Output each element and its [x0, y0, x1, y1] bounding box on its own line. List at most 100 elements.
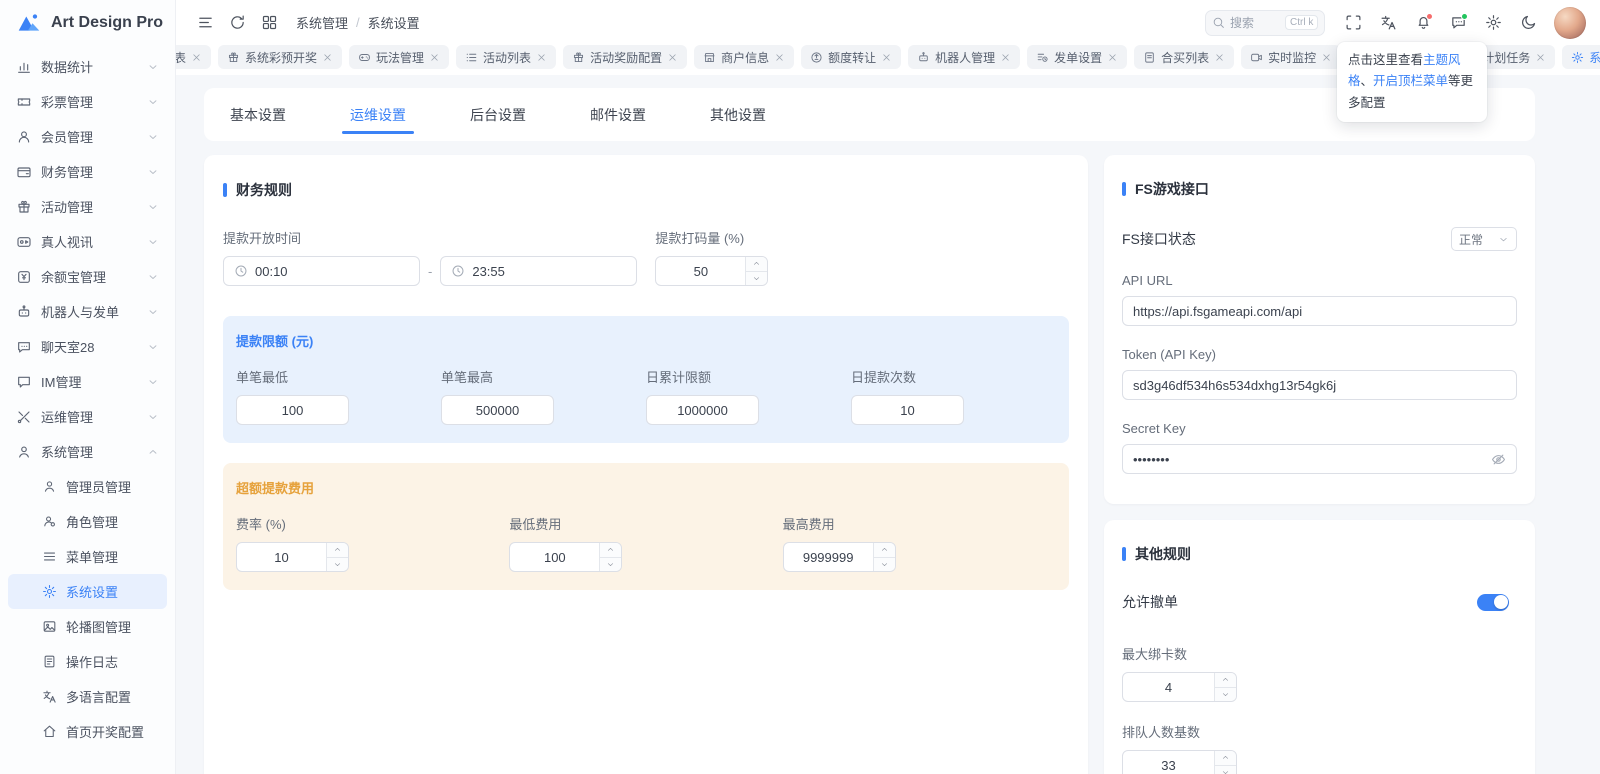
sidebar-item-finance[interactable]: 财务管理	[8, 154, 167, 189]
number-input[interactable]	[862, 402, 953, 418]
max-cards-input[interactable]	[1122, 672, 1237, 702]
sidebar-item-carousel-management[interactable]: 轮播图管理	[8, 609, 167, 644]
max-single-input[interactable]	[441, 395, 554, 425]
number-input[interactable]	[1123, 751, 1214, 774]
max-fee-input[interactable]	[782, 542, 896, 572]
number-stepper[interactable]	[1214, 673, 1236, 701]
tab-gameplay-management[interactable]: 玩法管理	[349, 45, 450, 69]
tab-basic-settings[interactable]: 基本设置	[222, 88, 294, 141]
tab-activity-reward-config[interactable]: 活动奖励配置	[563, 45, 688, 69]
number-stepper[interactable]	[1214, 751, 1236, 774]
number-input[interactable]	[657, 402, 748, 418]
api-url-input[interactable]	[1122, 296, 1517, 326]
close-icon[interactable]	[1535, 52, 1546, 63]
stepper-up-button[interactable]	[873, 543, 895, 557]
stepper-down-button[interactable]	[600, 556, 622, 571]
collapse-menu-button[interactable]	[190, 8, 220, 38]
tab-backend-settings[interactable]: 后台设置	[462, 88, 534, 141]
tab-realtime-monitor[interactable]: 实时监控	[1241, 45, 1342, 69]
password-input[interactable]	[1133, 451, 1484, 467]
sidebar-item-system[interactable]: 系统管理	[8, 434, 167, 469]
number-input[interactable]	[237, 543, 326, 571]
fullscreen-button[interactable]	[1338, 8, 1368, 38]
sidebar-item-live-video[interactable]: 真人视讯	[8, 224, 167, 259]
daily-count-input[interactable]	[851, 395, 964, 425]
notifications-button[interactable]	[1408, 8, 1438, 38]
time-input[interactable]	[472, 263, 627, 279]
number-stepper[interactable]	[745, 257, 768, 285]
tab-operations-settings[interactable]: 运维设置	[342, 88, 414, 141]
time-input[interactable]	[255, 263, 409, 279]
number-input[interactable]	[452, 402, 543, 418]
text-input[interactable]	[1133, 303, 1506, 319]
withdraw-end-time-input[interactable]	[440, 256, 638, 286]
stepper-up-button[interactable]	[746, 257, 768, 271]
stepper-down-button[interactable]	[746, 270, 768, 285]
tab-group-buy-list[interactable]: 合买列表	[1134, 45, 1235, 69]
sidebar-item-members[interactable]: 会员管理	[8, 119, 167, 154]
stepper-up-button[interactable]	[1215, 673, 1236, 687]
number-input[interactable]	[783, 543, 873, 571]
sidebar-item-homepage-draw-config[interactable]: 首页开奖配置	[8, 714, 167, 749]
search-input[interactable]	[1230, 15, 1280, 30]
number-input[interactable]	[247, 402, 338, 418]
fs-status-select[interactable]: 正常	[1451, 227, 1517, 251]
close-icon[interactable]	[322, 52, 333, 63]
close-icon[interactable]	[774, 52, 785, 63]
min-fee-input[interactable]	[509, 542, 623, 572]
dark-mode-button[interactable]	[1513, 8, 1543, 38]
number-stepper[interactable]	[872, 543, 895, 571]
stepper-down-button[interactable]	[1215, 764, 1236, 774]
stepper-up-button[interactable]	[1215, 751, 1236, 765]
close-icon[interactable]	[429, 52, 440, 63]
user-avatar[interactable]	[1554, 6, 1586, 39]
sidebar-item-robot-orders[interactable]: 机器人与发单	[8, 294, 167, 329]
tab-system-lottery-preview[interactable]: 系统彩预开奖	[218, 45, 343, 69]
text-input[interactable]	[1133, 377, 1506, 393]
sidebar-item-lottery[interactable]: 彩票管理	[8, 84, 167, 119]
breadcrumb-parent[interactable]: 系统管理	[296, 13, 348, 32]
sidebar-item-i18n-config[interactable]: 多语言配置	[8, 679, 167, 714]
refresh-button[interactable]	[222, 8, 252, 38]
daily-total-input[interactable]	[646, 395, 759, 425]
close-icon[interactable]	[1321, 52, 1332, 63]
number-stepper[interactable]	[326, 543, 348, 571]
tab-email-settings[interactable]: 邮件设置	[582, 88, 654, 141]
eye-off-icon[interactable]	[1491, 452, 1506, 467]
tab-system-settings[interactable]: 系统设置	[1562, 45, 1600, 69]
min-single-input[interactable]	[236, 395, 349, 425]
queue-base-input[interactable]	[1122, 750, 1237, 774]
stepper-down-button[interactable]	[1215, 686, 1236, 701]
tab-order-settings[interactable]: 发单设置	[1027, 45, 1128, 69]
close-icon[interactable]	[191, 52, 202, 63]
tab-activity-list[interactable]: 活动列表	[456, 45, 557, 69]
close-icon[interactable]	[1214, 52, 1225, 63]
sidebar-item-data-stats[interactable]: 数据统计	[8, 49, 167, 84]
token-input[interactable]	[1122, 370, 1517, 400]
close-icon[interactable]	[1000, 52, 1011, 63]
messages-button[interactable]	[1443, 8, 1473, 38]
sidebar-item-system-settings[interactable]: 系统设置	[8, 574, 167, 609]
tab-robot-management[interactable]: 机器人管理	[908, 45, 1021, 69]
sidebar-item-chatroom28[interactable]: 聊天室28	[8, 329, 167, 364]
tab-other-settings[interactable]: 其他设置	[702, 88, 774, 141]
stepper-up-button[interactable]	[600, 543, 622, 557]
allow-cancel-toggle[interactable]	[1477, 593, 1509, 611]
settings-button[interactable]	[1478, 8, 1508, 38]
close-icon[interactable]	[881, 52, 892, 63]
sidebar-item-admin-management[interactable]: 管理员管理	[8, 469, 167, 504]
tab-merchant-info[interactable]: 商户信息	[694, 45, 795, 69]
stepper-down-button[interactable]	[873, 556, 895, 571]
stepper-up-button[interactable]	[327, 543, 348, 557]
sidebar-item-role-management[interactable]: 角色管理	[8, 504, 167, 539]
close-icon[interactable]	[536, 52, 547, 63]
close-icon[interactable]	[667, 52, 678, 63]
withdraw-start-time-input[interactable]	[223, 256, 420, 286]
sidebar-item-im[interactable]: IM管理	[8, 364, 167, 399]
translate-button[interactable]	[1373, 8, 1403, 38]
sidebar-item-yuebao[interactable]: 余额宝管理	[8, 259, 167, 294]
number-stepper[interactable]	[599, 543, 622, 571]
apps-grid-button[interactable]	[254, 8, 284, 38]
sidebar-item-menu-management[interactable]: 菜单管理	[8, 539, 167, 574]
tab-quota-transfer[interactable]: 额度转让	[801, 45, 902, 69]
